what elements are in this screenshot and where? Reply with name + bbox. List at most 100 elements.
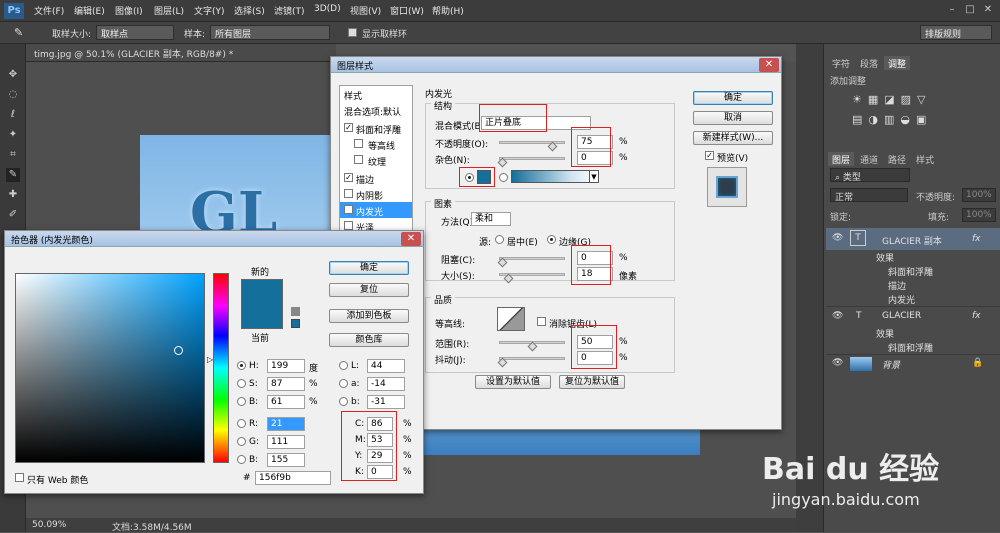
menu-edit[interactable]: 编辑(E) <box>74 4 105 17</box>
lab-b-radio[interactable] <box>339 397 348 406</box>
style-checkbox[interactable] <box>354 139 363 148</box>
minimize-icon[interactable]: – <box>944 3 960 17</box>
choke-slider[interactable] <box>499 257 565 260</box>
green-radio[interactable] <box>237 437 246 446</box>
close-icon[interactable]: ✕ <box>759 58 779 72</box>
fx-icon[interactable]: fx <box>972 311 981 321</box>
preview-checkbox[interactable]: ✓ <box>705 151 714 160</box>
layer-effects-row[interactable]: 效果 <box>826 250 1000 264</box>
menu-window[interactable]: 窗口(W) <box>390 4 424 17</box>
web-safe-icon[interactable] <box>291 319 300 328</box>
eyedropper-tool-icon[interactable]: ✎ <box>6 168 20 182</box>
hue-slider-handle[interactable]: ▷ <box>207 355 213 364</box>
document-tab[interactable]: timg.jpg @ 50.1% (GLACIER 副本, RGB/8#) * <box>26 44 336 62</box>
menu-select[interactable]: 选择(S) <box>234 4 265 17</box>
show-ring-checkbox[interactable]: ✓ <box>348 28 357 37</box>
l-radio[interactable] <box>339 361 348 370</box>
gradient-swatch[interactable] <box>511 170 597 183</box>
method-select[interactable]: 柔和 <box>471 212 511 226</box>
tab-paths[interactable]: 路径 <box>884 152 910 166</box>
y-input[interactable]: 29 <box>367 449 393 463</box>
style-checkbox[interactable]: ✓ <box>344 123 353 132</box>
web-only-checkbox[interactable] <box>15 473 24 482</box>
zoom-level[interactable]: 50.09% <box>32 520 66 530</box>
fill-input[interactable]: 100% <box>962 208 996 222</box>
gradient-radio[interactable] <box>499 173 508 182</box>
sample-select[interactable]: 所有图层 <box>210 25 330 40</box>
layer-effects-row[interactable]: 效果 <box>826 326 1000 340</box>
tab-styles[interactable]: 样式 <box>912 152 938 166</box>
marquee-tool-icon[interactable]: ◌ <box>6 88 20 102</box>
blue-radio[interactable] <box>237 455 246 464</box>
k-input[interactable]: 0 <box>367 465 393 479</box>
ok-button[interactable]: 确定 <box>329 261 409 275</box>
gamut-warning-icon[interactable] <box>291 307 300 316</box>
style-item-texture[interactable]: 纹理 <box>340 152 412 168</box>
fx-icon[interactable]: fx <box>972 234 981 244</box>
contour-preview[interactable] <box>497 307 525 331</box>
h-input[interactable]: 199 <box>267 359 305 373</box>
lb-input[interactable]: -31 <box>367 395 405 409</box>
jitter-slider[interactable] <box>499 357 565 360</box>
style-item-inner-glow[interactable]: ✓ 内发光 <box>340 202 412 218</box>
a-radio[interactable] <box>339 379 348 388</box>
layer-name[interactable]: GLACIER <box>882 311 921 321</box>
a-input[interactable]: -14 <box>367 377 405 391</box>
noise-slider[interactable] <box>499 157 565 160</box>
effect-row[interactable]: 斜面和浮雕 <box>826 264 1000 278</box>
tab-layers[interactable]: 图层 <box>828 152 855 166</box>
color-field[interactable] <box>15 273 205 463</box>
saturation-radio[interactable] <box>237 379 246 388</box>
style-checkbox[interactable] <box>344 189 353 198</box>
menu-image[interactable]: 图像(I) <box>115 4 143 17</box>
lasso-tool-icon[interactable]: ℓ <box>6 108 20 122</box>
l-input[interactable]: 44 <box>367 359 405 373</box>
eye-icon[interactable]: 👁 <box>832 311 843 321</box>
layer-name[interactable]: GLACIER 副本 <box>882 234 942 247</box>
menu-type[interactable]: 文字(Y) <box>194 4 225 17</box>
tab-character[interactable]: 字符 <box>828 56 854 70</box>
menu-view[interactable]: 视图(V) <box>350 4 381 17</box>
c-input[interactable]: 86 <box>367 417 393 431</box>
style-item-inner-shadow[interactable]: 内阴影 <box>340 186 412 202</box>
menu-file[interactable]: 文件(F) <box>34 4 64 17</box>
source-center-radio[interactable] <box>495 235 504 244</box>
style-checkbox[interactable] <box>354 155 363 164</box>
style-item-stroke[interactable]: ✓ 描边 <box>340 170 412 186</box>
red-radio[interactable] <box>237 419 246 428</box>
eye-icon[interactable]: 👁 <box>832 358 843 368</box>
reset-default-button[interactable]: 复位为默认值 <box>559 375 625 389</box>
healing-tool-icon[interactable]: ✚ <box>6 188 20 202</box>
hex-input[interactable]: 156f9b <box>255 471 331 485</box>
new-style-button[interactable]: 新建样式(W)... <box>693 131 773 145</box>
menu-layer[interactable]: 图层(L) <box>154 4 184 17</box>
source-edge-radio[interactable] <box>547 235 556 244</box>
glow-color-swatch[interactable] <box>477 170 491 184</box>
s-input[interactable]: 87 <box>267 377 305 391</box>
opacity-input[interactable]: 100% <box>962 188 996 202</box>
maximize-icon[interactable]: □ <box>962 3 978 17</box>
layer-row[interactable]: 👁 背景 🔒 <box>826 354 1000 372</box>
layer-row[interactable]: 👁 T GLACIER 副本 fx <box>826 228 1000 250</box>
ok-button[interactable]: 确定 <box>693 91 773 105</box>
style-checkbox[interactable]: ✓ <box>344 173 353 182</box>
b-input[interactable]: 61 <box>267 395 305 409</box>
eye-icon[interactable]: 👁 <box>832 233 843 243</box>
color-library-button[interactable]: 颜色库 <box>329 333 409 347</box>
effect-row[interactable]: 内发光 <box>826 292 1000 306</box>
layer-row[interactable]: 👁 T GLACIER fx <box>826 306 1000 326</box>
add-swatch-button[interactable]: 添加到色板 <box>329 309 409 323</box>
close-icon[interactable]: ✕ <box>980 3 996 17</box>
layer-filter-select[interactable]: ⌕ 类型 <box>830 168 910 183</box>
chevron-down-icon[interactable]: ▼ <box>589 170 599 183</box>
reset-button[interactable]: 复位 <box>329 283 409 297</box>
cancel-button[interactable]: 取消 <box>693 111 773 125</box>
style-item-bevel[interactable]: ✓ 斜面和浮雕 <box>340 120 412 136</box>
sample-size-select[interactable]: 取样点 <box>96 25 174 40</box>
tab-channels[interactable]: 通道 <box>856 152 882 166</box>
blend-mode-select[interactable]: 正常 <box>830 188 908 203</box>
hue-slider[interactable] <box>213 273 229 463</box>
effect-row[interactable]: 描边 <box>826 278 1000 292</box>
close-icon[interactable]: ✕ <box>401 232 421 246</box>
magic-wand-icon[interactable]: ✦ <box>6 128 20 142</box>
